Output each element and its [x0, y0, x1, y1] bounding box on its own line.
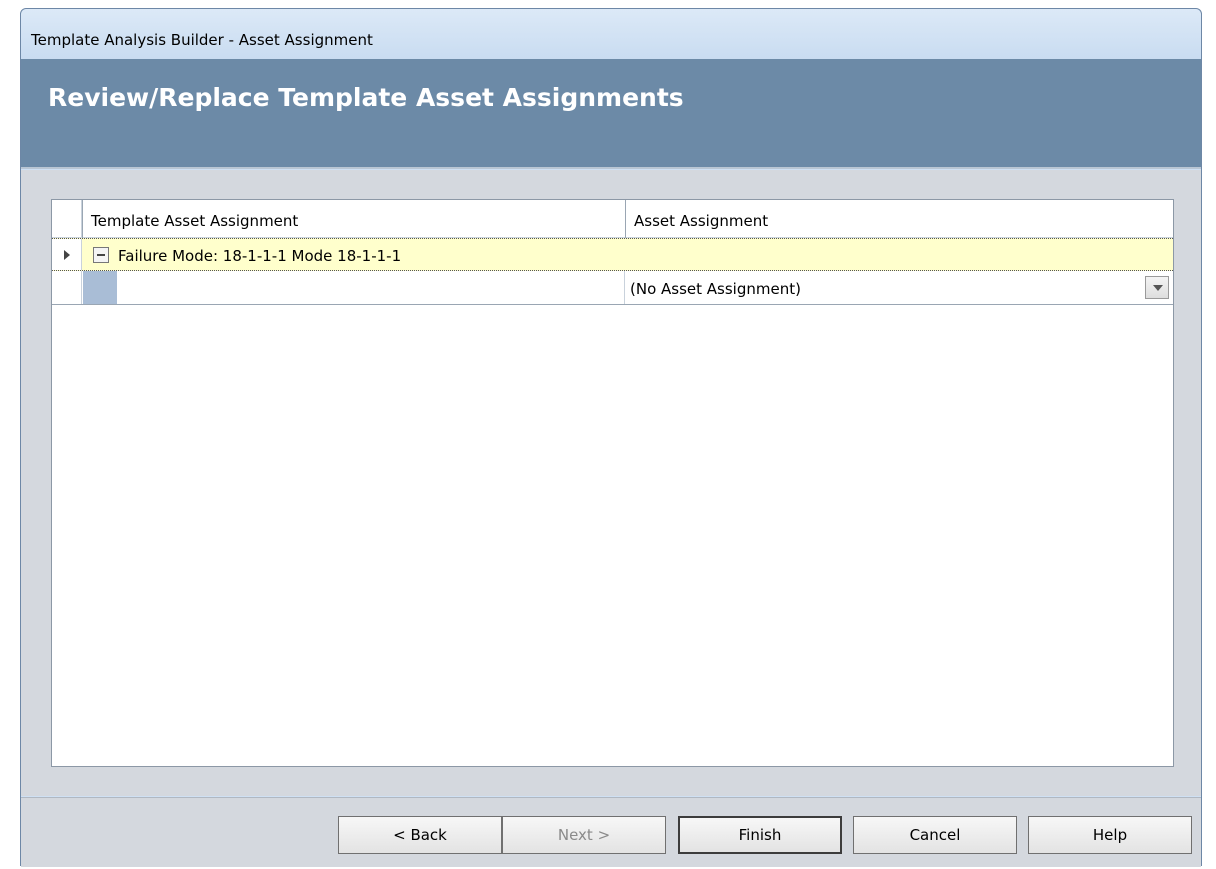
page-title: Review/Replace Template Asset Assignment… — [48, 83, 684, 112]
column-header-label: Template Asset Assignment — [91, 212, 299, 230]
asset-assignment-dropdown[interactable]: (No Asset Assignment) — [625, 271, 1173, 304]
table-row[interactable]: (No Asset Assignment) — [52, 271, 1173, 305]
group-label: Failure Mode: 18-1-1-1 Mode 18-1-1-1 — [118, 247, 402, 265]
content-area: Template Asset Assignment Asset Assignme… — [21, 170, 1201, 796]
back-button[interactable]: < Back — [338, 816, 502, 854]
template-asset-assignment-cell — [117, 271, 625, 304]
wizard-window: Template Analysis Builder - Asset Assign… — [20, 8, 1202, 867]
window-title: Template Analysis Builder - Asset Assign… — [31, 31, 373, 49]
collapse-icon[interactable] — [93, 247, 109, 263]
grid-header: Template Asset Assignment Asset Assignme… — [52, 200, 1173, 238]
group-indent — [83, 271, 117, 304]
row-selector[interactable] — [52, 271, 82, 304]
header-row-selector — [52, 200, 82, 238]
column-header-template-asset-assignment[interactable]: Template Asset Assignment — [82, 200, 625, 238]
next-button[interactable]: Next > — [502, 816, 666, 854]
column-header-label: Asset Assignment — [634, 212, 769, 230]
chevron-down-icon[interactable] — [1145, 276, 1169, 299]
help-button[interactable]: Help — [1028, 816, 1192, 854]
assignment-grid: Template Asset Assignment Asset Assignme… — [51, 199, 1174, 767]
group-row-failure-mode[interactable]: Failure Mode: 18-1-1-1 Mode 18-1-1-1 — [52, 238, 1173, 271]
row-selector[interactable] — [52, 239, 82, 270]
finish-button[interactable]: Finish — [678, 816, 842, 854]
current-row-arrow-icon — [64, 250, 70, 260]
cancel-button[interactable]: Cancel — [853, 816, 1017, 854]
button-bar: < Back Next > Finish Cancel Help — [21, 797, 1201, 867]
title-bar: Template Analysis Builder - Asset Assign… — [21, 9, 1201, 59]
column-header-asset-assignment[interactable]: Asset Assignment — [625, 200, 1173, 238]
header-banner: Review/Replace Template Asset Assignment… — [21, 59, 1201, 169]
asset-assignment-value: (No Asset Assignment) — [630, 280, 801, 298]
